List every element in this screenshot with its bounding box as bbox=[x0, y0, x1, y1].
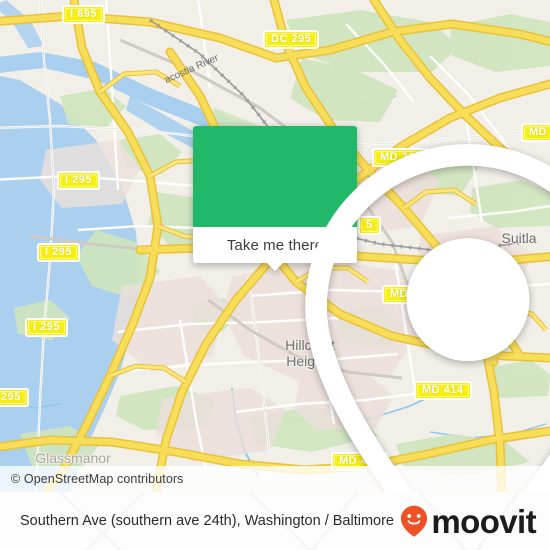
road-shield-i695[interactable]: I 695 bbox=[62, 5, 105, 24]
place-title: Southern Ave (southern ave 24th), Washin… bbox=[20, 512, 394, 529]
road-shield-i295-c[interactable]: I 295 bbox=[25, 318, 68, 337]
moovit-logo[interactable]: moovit bbox=[400, 502, 537, 540]
place-popup-card[interactable]: Take me there bbox=[193, 126, 550, 492]
road-shield-dc295[interactable]: DC 295 bbox=[263, 30, 320, 49]
place-label-glassmanor: Glassmanor bbox=[35, 450, 111, 466]
popup-pointer bbox=[266, 262, 284, 271]
road-shield-i295-b[interactable]: I 295 bbox=[37, 243, 80, 262]
map-canvas[interactable]: acostia River Hillcrest Heights Suitla G… bbox=[0, 0, 550, 492]
popup-icon-panel bbox=[193, 126, 550, 492]
moovit-wordmark: moovit bbox=[431, 502, 536, 540]
osm-attribution-text[interactable]: © OpenStreetMap contributors bbox=[11, 472, 184, 486]
road-shield-295[interactable]: 295 bbox=[0, 388, 29, 407]
map-attribution-bar: © OpenStreetMap contributors bbox=[0, 466, 550, 492]
footer-bar: Southern Ave (southern ave 24th), Washin… bbox=[0, 492, 550, 550]
road-shield-i295-a[interactable]: I 295 bbox=[57, 171, 100, 190]
moovit-place-card: acostia River Hillcrest Heights Suitla G… bbox=[0, 0, 550, 550]
map-pin-icon bbox=[305, 144, 550, 492]
moovit-pin-icon bbox=[400, 505, 428, 537]
